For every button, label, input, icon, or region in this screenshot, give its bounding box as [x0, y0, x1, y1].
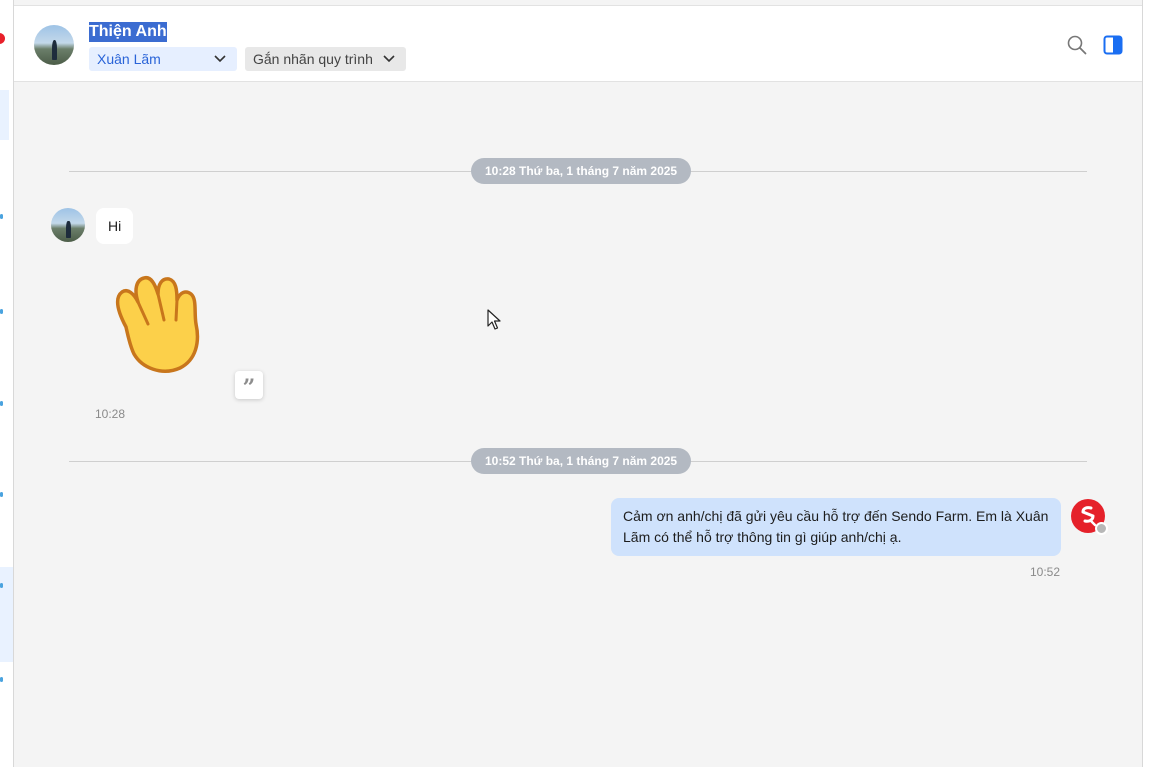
quote-reply-button[interactable]: ” — [235, 371, 263, 401]
list-marker — [0, 583, 3, 588]
chevron-down-icon — [214, 55, 226, 63]
side-panel-icon[interactable] — [1102, 34, 1124, 56]
date-divider-label: 10:52 Thứ ba, 1 tháng 7 năm 2025 — [471, 448, 692, 474]
process-label-dropdown[interactable]: Gắn nhãn quy trình — [245, 47, 406, 71]
outgoing-message[interactable]: Cảm ơn anh/chị đã gửi yêu cầu hỗ trợ đến… — [611, 498, 1061, 556]
list-marker — [0, 214, 3, 219]
mouse-cursor-icon — [487, 309, 501, 330]
list-marker — [0, 492, 3, 497]
sender-avatar[interactable] — [51, 208, 85, 242]
agent-status-avatar — [1095, 522, 1108, 535]
process-label-value: Gắn nhãn quy trình — [253, 51, 373, 67]
incoming-message[interactable]: Hi — [96, 208, 134, 244]
agent-avatar[interactable] — [1071, 499, 1108, 535]
message-time: 10:52 — [1030, 565, 1061, 579]
selected-conversation-edge[interactable] — [0, 90, 9, 140]
list-marker — [0, 677, 3, 682]
active-conversation-item[interactable] — [0, 567, 13, 662]
list-marker — [0, 401, 3, 406]
contact-avatar[interactable] — [34, 25, 74, 65]
waving-hand-sticker[interactable] — [104, 272, 214, 376]
conversation-list-edge — [0, 0, 14, 767]
list-marker — [0, 309, 3, 314]
right-panel-edge — [1142, 0, 1153, 767]
search-icon[interactable] — [1066, 34, 1088, 56]
assignee-value: Xuân Lãm — [97, 51, 161, 67]
date-divider-label: 10:28 Thứ ba, 1 tháng 7 năm 2025 — [471, 158, 692, 184]
chat-header: Thiện Anh Xuân Lãm Gắn nhãn quy trình — [14, 5, 1143, 82]
message-time: 10:28 — [95, 407, 126, 421]
contact-name[interactable]: Thiện Anh — [89, 22, 167, 42]
chevron-down-icon — [383, 55, 395, 63]
assignee-dropdown[interactable]: Xuân Lãm — [89, 47, 237, 71]
chat-pane: Thiện Anh Xuân Lãm Gắn nhãn quy trình 10… — [14, 0, 1143, 767]
notification-dot — [0, 33, 5, 44]
